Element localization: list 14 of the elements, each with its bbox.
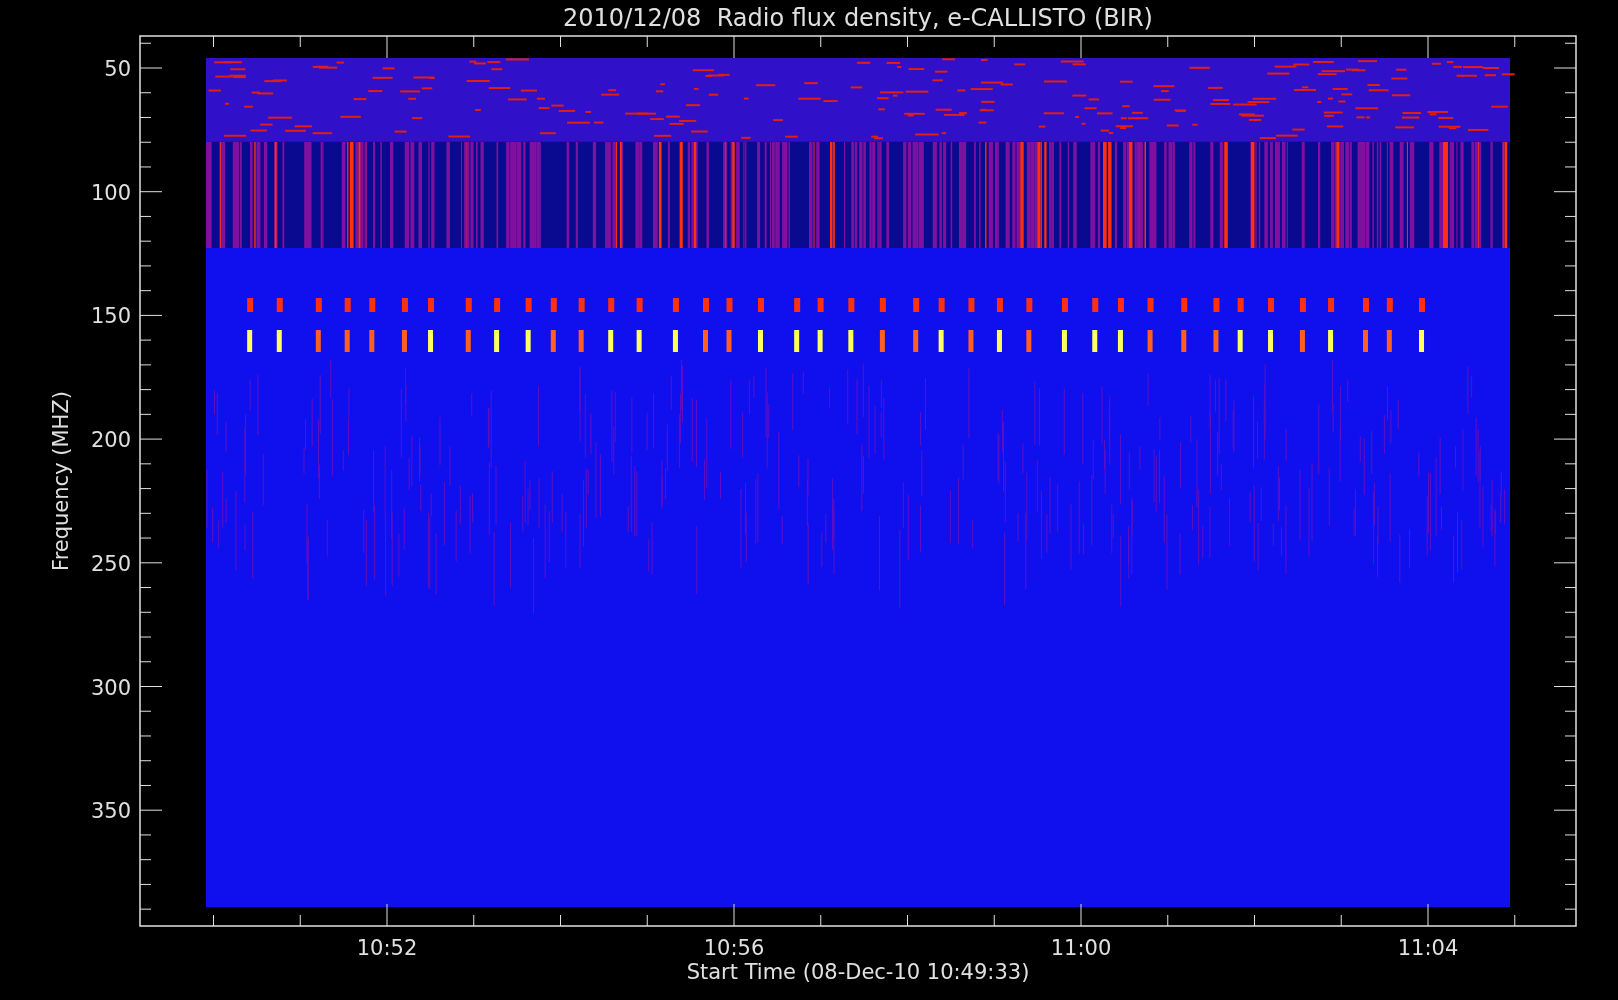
x-tick-label: 11:04 (1397, 936, 1459, 960)
x-axis-label: Start Time (08-Dec-10 10:49:33) (686, 960, 1030, 984)
x-tick-label: 10:52 (356, 936, 418, 960)
y-tick-label: 50 (104, 57, 131, 81)
y-tick-label: 250 (90, 551, 131, 576)
x-tick-label: 11:00 (1050, 936, 1112, 960)
y-axis-label: Frequency (MHZ) (49, 391, 73, 571)
x-tick-label: 10:56 (703, 936, 765, 960)
y-tick-label: 200 (90, 428, 131, 453)
chart-title: 2010/12/08 Radio flux density, e-CALLISTO (BIR) (563, 4, 1153, 32)
y-tick-label: 350 (90, 799, 131, 824)
y-tick-label: 100 (90, 180, 131, 205)
y-tick-label: 300 (90, 675, 131, 700)
y-tick-label: 150 (90, 304, 131, 329)
